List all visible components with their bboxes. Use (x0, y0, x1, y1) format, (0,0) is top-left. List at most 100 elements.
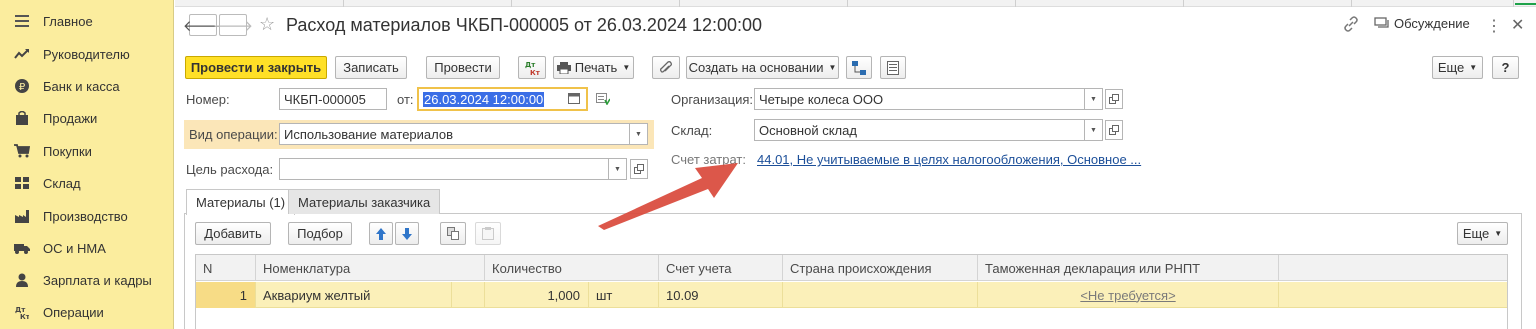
date-label: от: (397, 92, 414, 107)
warehouse-label: Склад: (671, 123, 713, 138)
purpose-label: Цель расхода: (186, 162, 274, 177)
operation-label: Вид операции: (189, 127, 278, 142)
menu-lines-icon (12, 15, 32, 27)
print-button[interactable]: Печать ▼ (553, 56, 634, 79)
column-header[interactable]: Счет учета (659, 255, 783, 281)
copy-button[interactable] (440, 222, 466, 245)
table-more-button[interactable]: Еще ▼ (1457, 222, 1508, 245)
sidebar-item-assets[interactable]: ОС и НМА (0, 232, 174, 264)
sidebar-item-label: Банк и касса (43, 78, 120, 94)
sidebar-item-bank[interactable]: ₽ Банк и касса (0, 70, 174, 102)
svg-text:Кт: Кт (20, 313, 29, 319)
discussion-label: Обсуждение (1394, 16, 1470, 31)
dt-kt-button[interactable]: Дт Кт (518, 56, 546, 79)
quantity-cell[interactable]: 1,000 (485, 282, 589, 308)
favorite-star-icon[interactable]: ☆ (259, 14, 275, 35)
table-row[interactable]: 1 Аквариум желтый 1,000 шт 10.09 <Не тре… (196, 282, 1507, 308)
report-button[interactable] (880, 56, 906, 79)
item-extra-cell[interactable] (452, 282, 485, 308)
sidebar-item-label: Склад (43, 175, 81, 191)
sidebar-item-purchases[interactable]: Покупки (0, 135, 174, 167)
add-row-button[interactable]: Добавить (195, 222, 271, 245)
trend-chart-icon (12, 48, 32, 60)
sidebar-item-main[interactable]: Главное (0, 5, 174, 37)
date-history-icon[interactable] (596, 93, 610, 105)
move-down-button[interactable] (395, 222, 419, 245)
printer-icon (556, 61, 571, 74)
sidebar-item-label: Главное (43, 13, 93, 29)
calendar-icon[interactable] (568, 92, 580, 104)
top-tab-strip (175, 0, 1536, 7)
page-title: Расход материалов ЧКБП-000005 от 26.03.2… (286, 15, 763, 35)
customs-cell[interactable]: <Не требуется> (978, 282, 1279, 308)
column-header[interactable]: N (196, 255, 256, 281)
operation-field[interactable]: Использование материалов (279, 123, 630, 145)
date-field[interactable]: 26.03.2024 12:00:00 (417, 87, 588, 111)
sidebar-item-warehouse[interactable]: Склад (0, 167, 174, 199)
item-cell[interactable]: Аквариум желтый (256, 282, 452, 308)
sidebar-item-manager[interactable]: Руководителю (0, 38, 174, 70)
close-icon[interactable]: ✕ (1511, 15, 1524, 35)
selection-button[interactable]: Подбор (288, 222, 352, 245)
dt-kt-icon: Дт Кт (12, 305, 32, 319)
column-header[interactable]: Таможенная декларация или РНПТ (978, 255, 1279, 281)
chevron-down-icon: ▼ (1090, 126, 1097, 134)
structure-button[interactable] (846, 56, 872, 79)
post-and-close-button[interactable]: Провести и закрыть (185, 56, 327, 79)
svg-text:Дт: Дт (525, 61, 536, 69)
number-label: Номер: (186, 92, 230, 107)
move-up-button[interactable] (369, 222, 393, 245)
arrow-right-icon: 🡒 (212, 17, 254, 35)
organization-dropdown-button[interactable]: ▼ (1085, 88, 1103, 110)
warehouse-dropdown-button[interactable]: ▼ (1085, 119, 1103, 141)
ruble-coin-icon: ₽ (12, 79, 32, 93)
operation-dropdown-button[interactable]: ▼ (630, 123, 648, 145)
sidebar-item-label: Зарплата и кадры (43, 272, 152, 288)
sidebar-item-operations[interactable]: Дт Кт Операции (0, 296, 174, 328)
shopping-bag-icon (12, 111, 32, 125)
paperclip-icon (660, 60, 672, 75)
svg-text:₽: ₽ (19, 82, 26, 93)
purpose-field[interactable] (279, 158, 609, 180)
sidebar-item-salary[interactable]: Зарплата и кадры (0, 264, 174, 296)
organization-open-button[interactable] (1105, 89, 1123, 109)
organization-field[interactable]: Четыре колеса ООО (754, 88, 1085, 110)
more-vert-icon[interactable]: ⋮ (1486, 16, 1502, 36)
column-header[interactable]: Номенклатура (256, 255, 485, 281)
number-field[interactable]: ЧКБП-000005 (279, 88, 387, 110)
sidebar-item-sales[interactable]: Продажи (0, 102, 174, 134)
forward-button[interactable]: 🡒 (213, 14, 253, 36)
link-icon[interactable] (1343, 16, 1359, 32)
tab-customer-materials[interactable]: Материалы заказчика (288, 189, 441, 214)
warehouse-field[interactable]: Основной склад (754, 119, 1085, 141)
date-value: 26.03.2024 12:00:00 (423, 91, 545, 107)
account-cell[interactable]: 10.09 (659, 282, 783, 308)
sidebar-item-production[interactable]: Производство (0, 200, 174, 232)
column-header[interactable]: Страна происхождения (783, 255, 978, 281)
chevron-down-icon: ▼ (1090, 95, 1097, 103)
sidebar-item-label: Производство (43, 208, 128, 224)
more-button[interactable]: Еще ▼ (1432, 56, 1483, 79)
annotation-arrow (598, 163, 738, 230)
discussion-button[interactable]: Обсуждение (1374, 16, 1470, 31)
column-header[interactable]: Количество (485, 255, 659, 281)
open-window-icon (1109, 94, 1119, 104)
organization-label: Организация: (671, 92, 754, 107)
cost-account-link[interactable]: 44.01, Не учитываемые в целях налогообло… (757, 152, 1141, 167)
materials-table: N Номенклатура Количество Счет учета Стр… (195, 254, 1508, 329)
sidebar-item-label: Продажи (43, 110, 98, 126)
unit-cell[interactable]: шт (589, 282, 659, 308)
attach-button[interactable] (652, 56, 680, 79)
create-based-on-button[interactable]: Создать на основании ▼ (686, 56, 839, 79)
tab-materials[interactable]: Материалы (1) (186, 189, 296, 215)
save-button[interactable]: Записать (335, 56, 407, 79)
paste-button[interactable] (475, 222, 501, 245)
factory-icon (12, 209, 32, 223)
dt-kt-icon: Дт Кт (524, 60, 540, 76)
help-button[interactable]: ? (1492, 56, 1519, 79)
warehouse-open-button[interactable] (1105, 120, 1123, 140)
post-button[interactable]: Провести (426, 56, 500, 79)
sidebar-item-label: Операции (43, 304, 104, 320)
country-cell[interactable] (783, 282, 978, 308)
structure-icon (852, 60, 866, 75)
